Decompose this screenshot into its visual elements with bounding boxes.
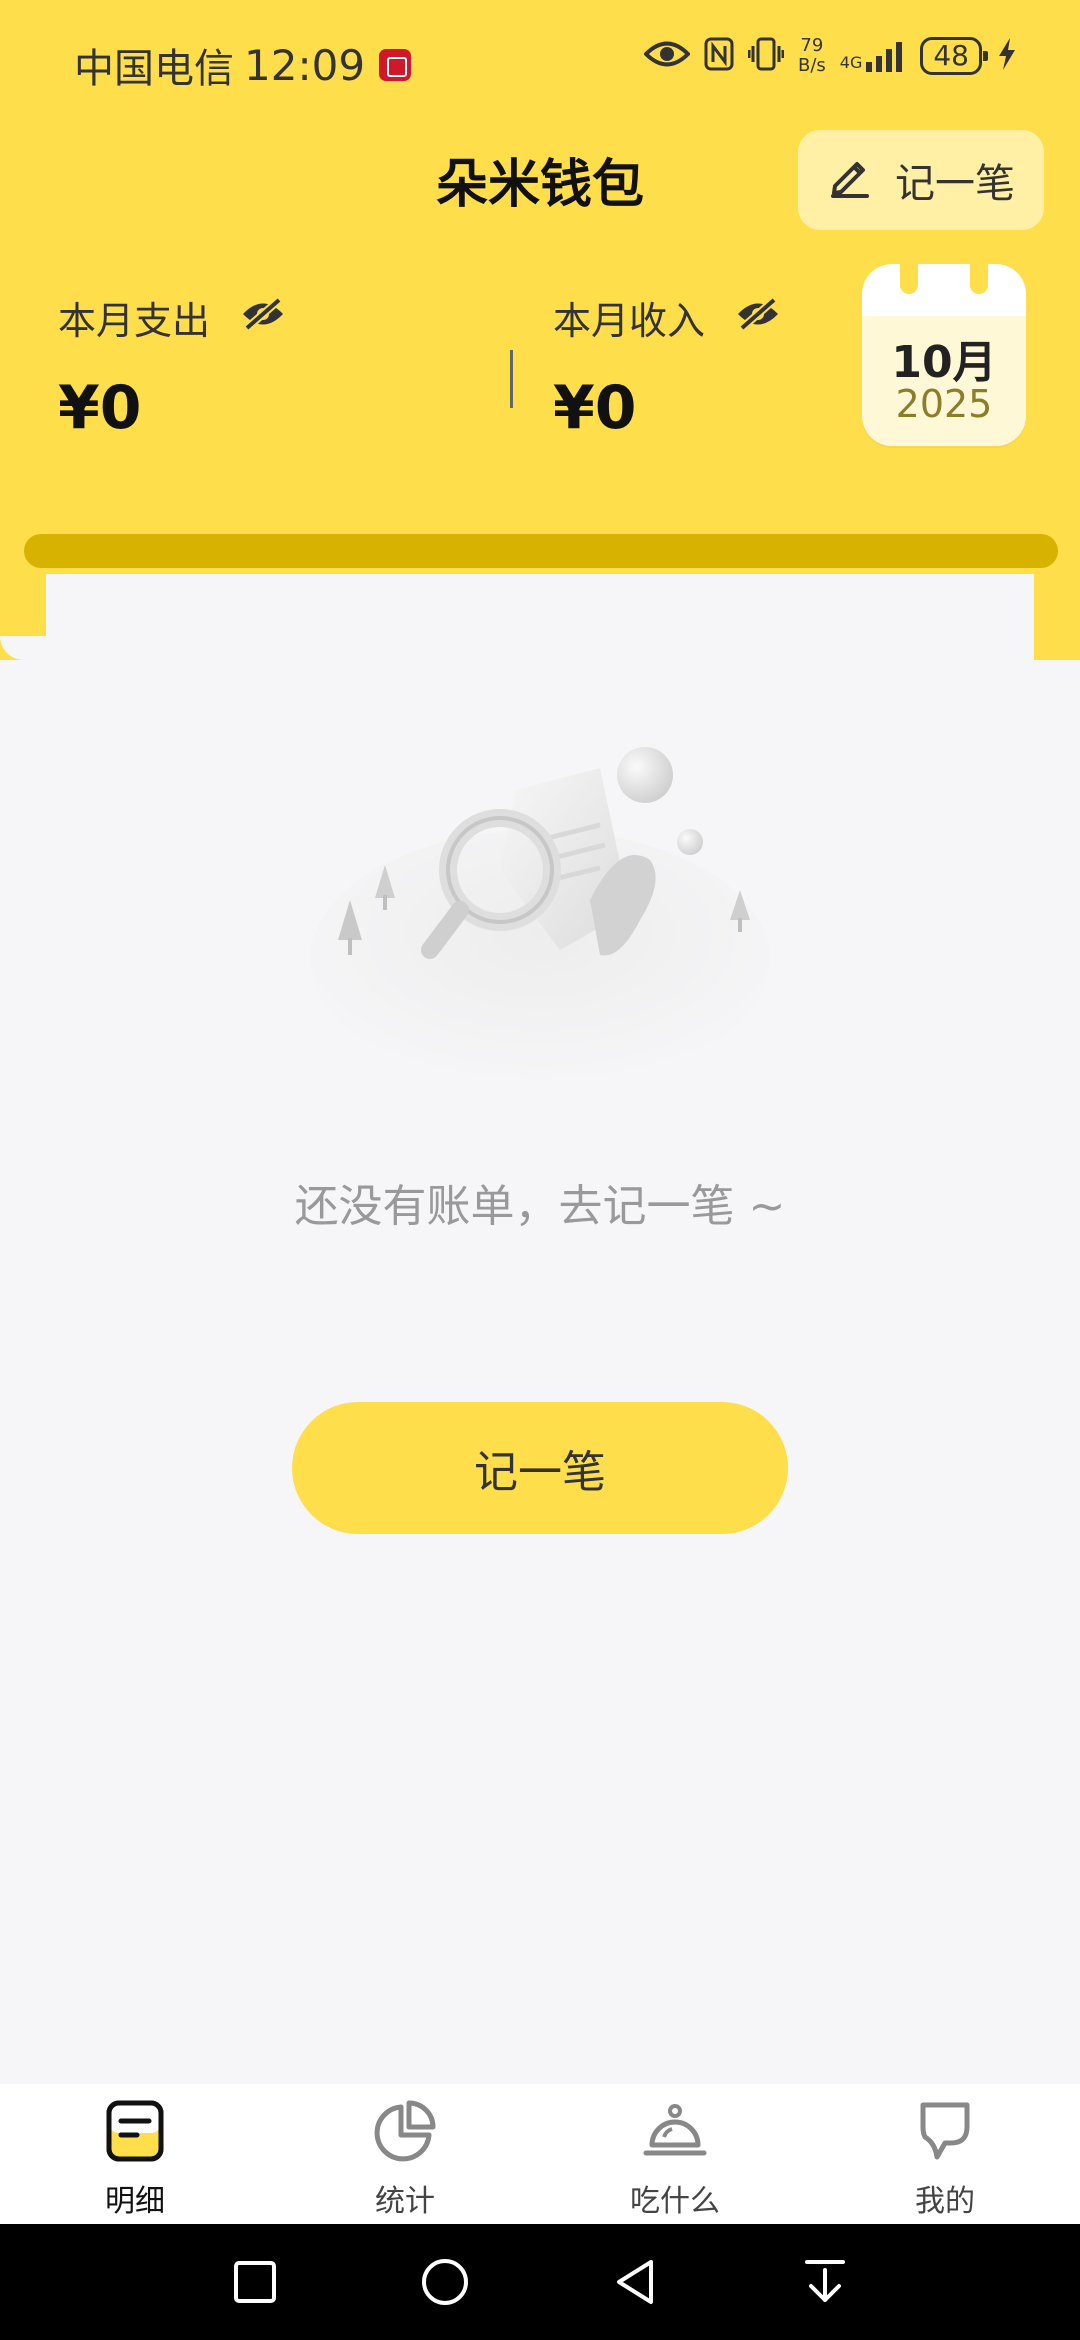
network-type: 4G: [839, 53, 863, 72]
calendar-year: 2025: [895, 382, 993, 426]
calendar-ring-icon: [970, 264, 988, 294]
receipt-slot: [24, 534, 1058, 568]
clock: 12:09: [244, 40, 366, 90]
tab-label: 我的: [915, 2184, 975, 2219]
signal-bars-icon: [866, 42, 903, 72]
bottom-tab-bar: 明细 统计 吃什么 我的: [0, 2084, 1080, 2224]
eye-icon: [643, 39, 691, 73]
tab-label: 明细: [105, 2184, 165, 2219]
vibrate-icon: [747, 37, 785, 75]
status-bar: 中国电信 12:09 79 B/s 4G 48: [0, 0, 1080, 120]
record-entry-button-top[interactable]: 记一笔: [798, 130, 1044, 230]
eye-off-icon[interactable]: [735, 296, 781, 340]
recent-apps-button[interactable]: [225, 2252, 285, 2312]
tab-details[interactable]: 明细: [0, 2084, 270, 2224]
food-bell-icon: [640, 2096, 710, 2166]
expense-label: 本月支出: [58, 299, 211, 343]
battery-indicator: 48: [920, 37, 988, 75]
income-value: ¥0: [553, 373, 637, 443]
net-speed-unit: B/s: [797, 55, 826, 76]
charging-icon: [996, 37, 1018, 75]
carrier-label: 中国电信: [74, 46, 234, 92]
status-left: 中国电信 12:09: [74, 36, 412, 94]
home-button[interactable]: [415, 2252, 475, 2312]
calendar-month: 10月: [891, 337, 997, 388]
pencil-icon: [827, 152, 873, 208]
profile-icon: [910, 2096, 980, 2166]
bill-icon: [100, 2096, 170, 2166]
record-entry-button[interactable]: 记一笔: [292, 1402, 788, 1534]
tab-profile[interactable]: 我的: [810, 2084, 1080, 2224]
monthly-income: 本月收入 ¥0: [553, 290, 781, 443]
tab-what-to-eat[interactable]: 吃什么: [540, 2084, 810, 2224]
pie-chart-icon: [370, 2096, 440, 2166]
status-right: 79 B/s 4G 48: [643, 36, 1018, 76]
net-speed-value: 79: [800, 35, 824, 56]
calendar-top: [862, 264, 1026, 316]
calendar-ring-icon: [900, 264, 918, 294]
system-navigation-bar: [0, 2224, 1080, 2340]
empty-message: 还没有账单，去记一笔 ~: [294, 1181, 786, 1232]
tab-label: 吃什么: [630, 2184, 720, 2219]
eye-off-icon[interactable]: [240, 296, 286, 340]
income-label: 本月收入: [553, 299, 706, 343]
back-button[interactable]: [605, 2252, 665, 2312]
nfc-icon: [704, 37, 734, 75]
tab-label: 统计: [375, 2184, 435, 2219]
empty-illustration: [300, 720, 780, 1120]
expense-value: ¥0: [58, 373, 142, 443]
cellular-signal: 4G: [840, 40, 907, 72]
notification-pulldown-button[interactable]: [795, 2252, 855, 2312]
record-entry-label: 记一笔: [895, 161, 1015, 207]
tab-statistics[interactable]: 统计: [270, 2084, 540, 2224]
month-calendar-button[interactable]: 10月 2025: [862, 264, 1026, 446]
app-notification-icon: [379, 49, 412, 81]
monthly-expense: 本月支出 ¥0: [58, 290, 286, 443]
stat-divider: [510, 350, 513, 408]
net-speed: 79 B/s: [798, 36, 826, 76]
